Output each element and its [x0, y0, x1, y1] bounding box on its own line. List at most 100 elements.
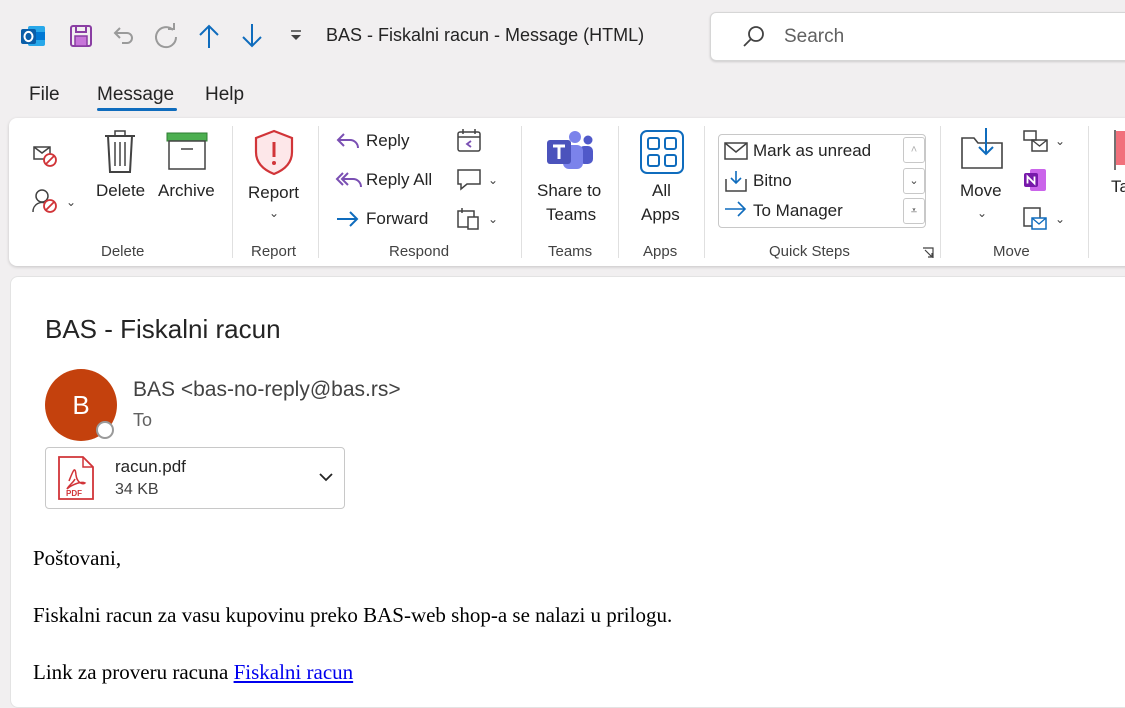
search-box[interactable]: Search [710, 12, 1125, 61]
tab-file[interactable]: File [29, 84, 60, 106]
onenote-button[interactable] [1022, 167, 1048, 198]
search-placeholder: Search [784, 26, 845, 47]
report-button[interactable] [252, 128, 296, 181]
block-sender-icon [30, 189, 60, 220]
chevron-down-icon[interactable]: ⌄ [1055, 134, 1065, 148]
teams-icon [545, 128, 595, 181]
active-tab-indicator [97, 108, 177, 111]
chat-icon [455, 169, 483, 197]
forward-arrow-icon [724, 199, 748, 224]
reply-icon [335, 129, 361, 158]
next-item-icon[interactable] [237, 20, 267, 52]
reply-button[interactable]: Reply [366, 131, 409, 151]
previous-item-icon[interactable] [194, 20, 224, 52]
group-separator [940, 126, 941, 258]
group-separator [618, 126, 619, 258]
more-respond-button[interactable] [455, 206, 483, 237]
group-separator [232, 126, 233, 258]
more-respond-icon [455, 208, 483, 236]
calendar-reply-icon [455, 129, 483, 158]
customize-qat-icon[interactable] [281, 20, 311, 52]
group-separator [704, 126, 705, 258]
body-paragraph: Fiskalni racun za vasu kupovinu preko BA… [33, 603, 673, 627]
move-group-label: Move [993, 243, 1030, 260]
quick-step-bitno[interactable]: Bitno [753, 171, 792, 191]
apps-group-label: Apps [643, 243, 678, 260]
chevron-down-icon[interactable] [318, 470, 334, 488]
mark-unread-icon [724, 141, 748, 166]
archive-icon [166, 132, 208, 175]
quick-steps-gallery: Mark as unread Bitno To Manager ˄ ⌄ ⩡ [718, 134, 926, 228]
move-button[interactable]: Move [960, 181, 1002, 201]
report-shield-icon [252, 129, 296, 180]
redo-icon[interactable] [151, 20, 181, 52]
rules-icon [1022, 130, 1050, 158]
ignore-conversation-icon [30, 146, 60, 174]
body-link-prefix: Link za proveru racuna [33, 660, 234, 684]
meeting-reply-button[interactable] [455, 128, 483, 159]
avatar-initial: B [72, 389, 90, 420]
gallery-scroll-down-button[interactable]: ⌄ [903, 168, 925, 194]
teams-group-label: Teams [548, 243, 593, 260]
chevron-down-icon[interactable]: ⌄ [269, 206, 279, 220]
outlook-icon [18, 20, 48, 52]
move-icon [960, 126, 1006, 177]
delete-button[interactable] [103, 130, 137, 179]
group-separator [318, 126, 319, 258]
all-apps-button[interactable]: All [652, 181, 671, 201]
share-to-teams-button[interactable]: Share to [537, 181, 601, 201]
to-label: To [133, 410, 153, 430]
sender-address[interactable]: BAS <bas-no-reply@bas.rs> [133, 378, 401, 402]
rules-button[interactable] [1022, 128, 1050, 159]
reply-all-button[interactable]: Reply All [366, 170, 432, 190]
fiskalni-racun-link[interactable]: Fiskalni racun [234, 660, 354, 684]
dialog-launcher-icon[interactable] [922, 246, 934, 264]
chevron-down-icon[interactable]: ⌄ [1055, 212, 1065, 226]
chevron-down-icon[interactable]: ⌄ [977, 206, 987, 220]
onenote-icon [1022, 169, 1048, 197]
forward-icon [335, 207, 361, 236]
share-to-teams-label-line2[interactable]: Teams [546, 205, 596, 225]
quick-step-mark-unread[interactable]: Mark as unread [753, 141, 871, 161]
gallery-expand-button[interactable]: ⩡ [903, 198, 925, 224]
tab-message[interactable]: Message [97, 84, 174, 106]
delete-label[interactable]: Delete [96, 181, 145, 201]
undo-icon[interactable] [108, 20, 138, 52]
block-sender-button[interactable] [30, 186, 60, 221]
chevron-down-icon[interactable]: ⌄ [488, 173, 498, 187]
message-subject: BAS - Fiskalni racun [45, 314, 281, 344]
report-label[interactable]: Report [248, 183, 299, 203]
attachment-name: racun.pdf [115, 457, 186, 476]
trash-icon [103, 130, 137, 178]
ignore-button[interactable] [30, 140, 60, 175]
tab-help[interactable]: Help [205, 84, 244, 106]
chevron-down-icon[interactable]: ⌄ [488, 212, 498, 226]
forward-button[interactable]: Forward [366, 209, 428, 229]
chevron-down-icon[interactable]: ⌄ [66, 195, 76, 209]
reply-all-icon [335, 168, 363, 197]
all-apps-label-line2[interactable]: Apps [641, 205, 680, 225]
pdf-badge: PDF [66, 489, 82, 498]
search-icon [741, 23, 767, 54]
group-separator [521, 126, 522, 258]
window-title: BAS - Fiskalni racun - Message (HTML) [326, 25, 645, 45]
quick-step-to-manager[interactable]: To Manager [753, 201, 843, 221]
attachment-card[interactable]: PDF racun.pdf 34 KB [45, 447, 345, 509]
move-to-folder-icon [724, 170, 748, 197]
tags-button[interactable]: Ta [1111, 177, 1125, 197]
archive-label[interactable]: Archive [158, 181, 215, 201]
presence-status-icon [96, 421, 114, 439]
archive-button[interactable] [166, 131, 208, 176]
save-icon[interactable] [66, 20, 96, 52]
gallery-scroll-up-button[interactable]: ˄ [903, 137, 925, 163]
im-reply-button[interactable] [455, 167, 483, 198]
delete-group-label: Delete [101, 243, 145, 260]
actions-icon [1022, 207, 1050, 236]
body-link-line: Link za proveru racuna Fiskalni racun [33, 660, 353, 685]
group-separator [1088, 126, 1089, 258]
actions-button[interactable] [1022, 206, 1050, 237]
flag-icon [1114, 128, 1125, 177]
respond-group-label: Respond [389, 243, 450, 260]
pdf-file-icon: PDF [57, 455, 95, 506]
all-apps-icon [640, 130, 684, 179]
